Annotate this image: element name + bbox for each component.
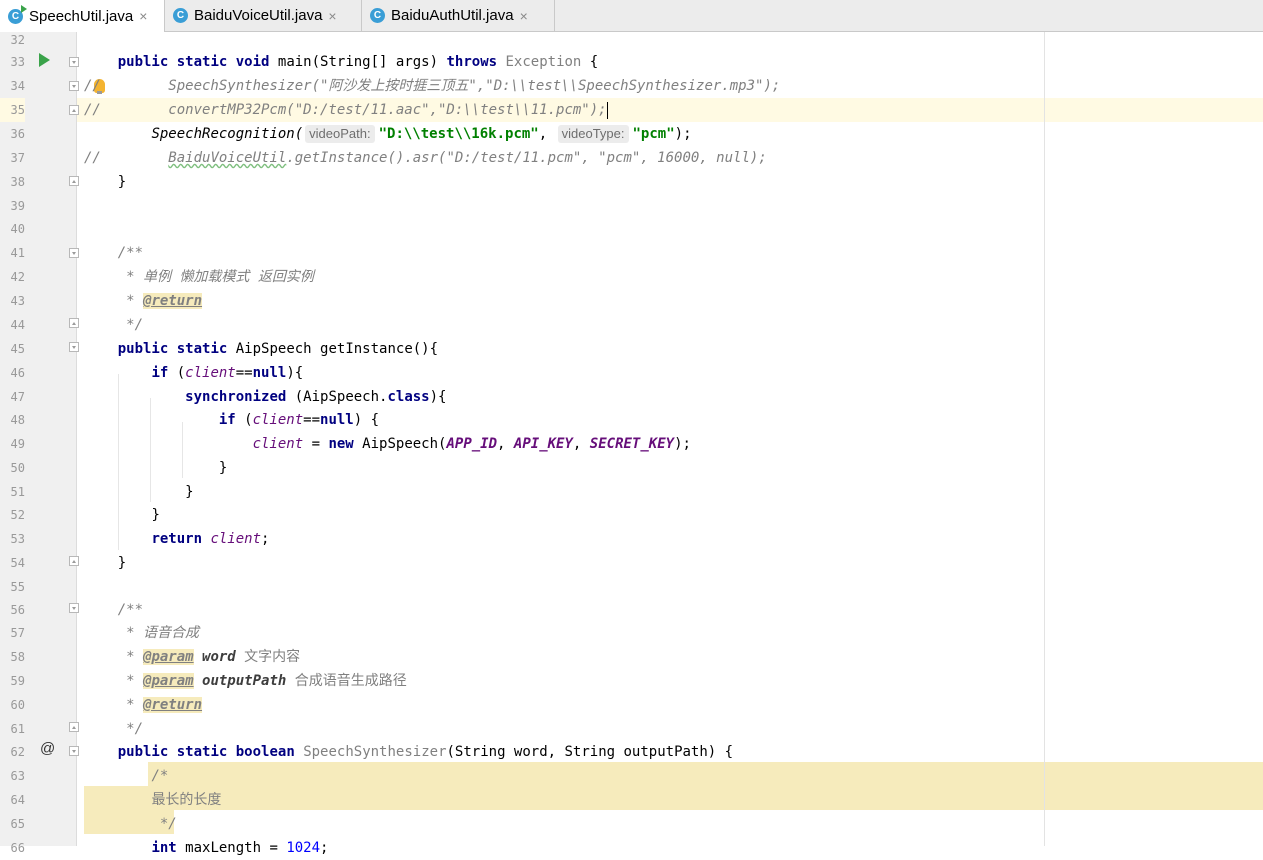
close-tab-icon[interactable]: ×: [520, 8, 528, 24]
code-line-41: /**: [117, 245, 144, 261]
line-number: 62: [10, 745, 25, 759]
fold-toggle-icon[interactable]: [69, 722, 79, 732]
code-line-42: * 单例 懒加载模式 返回实例: [117, 269, 314, 285]
line-number: 32: [10, 33, 25, 47]
override-marker-icon[interactable]: @: [40, 740, 55, 757]
fold-toggle-icon[interactable]: [69, 248, 79, 258]
line-number: 65: [10, 817, 25, 831]
line-number: 39: [10, 199, 25, 213]
code-line-57: * 语音合成: [117, 625, 200, 641]
code-line-35: // convertMP32Pcm("D:/test/11.aac","D:\\…: [84, 101, 608, 119]
close-tab-icon[interactable]: ×: [139, 8, 147, 24]
line-number: 38: [10, 175, 25, 189]
line-number: 63: [10, 769, 25, 783]
code-line-65: */: [151, 816, 177, 832]
line-number: 49: [10, 437, 25, 451]
param-hint: videoPath:: [305, 125, 375, 143]
line-number: 43: [10, 294, 25, 308]
code-line-60: * @return: [117, 697, 203, 713]
line-number: 64: [10, 793, 25, 807]
code-line-34: // SpeechSynthesizer("阿沙发上按时捱三顶五","D:\\t…: [84, 78, 781, 94]
code-line-38: }: [117, 174, 127, 190]
tab-label: BaiduVoiceUtil.java: [194, 7, 323, 24]
fold-toggle-icon[interactable]: [69, 746, 79, 756]
code-line-44: */: [117, 317, 144, 333]
line-number: 54: [10, 556, 25, 570]
code-line-59: * @param outputPath 合成语音生成路径: [117, 673, 407, 689]
tab-label: BaiduAuthUtil.java: [391, 7, 514, 24]
line-number: 40: [10, 222, 25, 236]
line-number: 57: [10, 626, 25, 640]
selection-highlight: [148, 762, 1263, 786]
code-line-45: public static AipSpeech getInstance(){: [117, 341, 439, 357]
fold-toggle-icon[interactable]: [69, 105, 79, 115]
code-line-52: }: [151, 507, 160, 523]
editor-tab-bar: C SpeechUtil.java × C BaiduVoiceUtil.jav…: [0, 0, 1263, 32]
code-line-47: synchronized (AipSpeech.class){: [185, 389, 447, 405]
line-number: 35: [0, 98, 25, 122]
tab-baiduauthutil[interactable]: C BaiduAuthUtil.java ×: [362, 0, 555, 31]
text-cursor: [606, 101, 608, 119]
line-number: 58: [10, 650, 25, 664]
line-number: 44: [10, 318, 25, 332]
tab-label: SpeechUtil.java: [29, 7, 134, 25]
code-line-33: public static void main(String[] args) t…: [117, 54, 599, 70]
code-line-36: SpeechRecognition(videoPath: "D:\\test\\1…: [151, 125, 692, 143]
code-line-56: /**: [117, 602, 144, 618]
line-number: 50: [10, 461, 25, 475]
code-line-58: * @param word 文字内容: [117, 649, 301, 665]
code-line-53: return client;: [151, 531, 270, 547]
code-line-54: }: [117, 555, 127, 571]
line-number: 59: [10, 674, 25, 688]
line-number: 46: [10, 366, 25, 380]
fold-toggle-icon[interactable]: [69, 57, 79, 67]
code-line-46: if (client==null){: [151, 365, 304, 381]
code-line-62: public static boolean SpeechSynthesizer(…: [117, 744, 734, 760]
code-line-61: */: [117, 721, 144, 737]
line-number: 55: [10, 580, 25, 594]
code-line-37: // BaiduVoiceUtil.getInstance().asr("D:/…: [84, 150, 767, 166]
line-number: 51: [10, 485, 25, 499]
fold-toggle-icon[interactable]: [69, 603, 79, 613]
line-number: 61: [10, 722, 25, 736]
param-hint: videoType:: [557, 125, 629, 143]
fold-toggle-icon[interactable]: [69, 318, 79, 328]
line-number: 33: [10, 55, 25, 69]
code-line-66: int maxLength = 1024;: [151, 840, 329, 856]
tab-baiduvoiceutil[interactable]: C BaiduVoiceUtil.java ×: [165, 0, 362, 31]
line-number: 66: [10, 841, 25, 855]
java-class-icon: C: [173, 8, 188, 23]
selection-highlight: [84, 786, 1263, 810]
close-tab-icon[interactable]: ×: [328, 8, 336, 24]
runnable-marker-icon: [21, 4, 27, 13]
code-line-49: client = new AipSpeech(APP_ID, API_KEY, …: [252, 436, 691, 452]
line-number: 36: [10, 127, 25, 141]
line-number: 48: [10, 413, 25, 427]
java-class-icon: C: [370, 8, 385, 23]
fold-toggle-icon[interactable]: [69, 176, 79, 186]
code-line-63: /*: [151, 768, 169, 784]
java-class-icon: C: [8, 4, 27, 24]
code-line-64: 最长的长度: [151, 792, 222, 808]
fold-toggle-icon[interactable]: [69, 556, 79, 566]
code-line-51: }: [185, 484, 194, 500]
line-number: 53: [10, 532, 25, 546]
right-margin-guide: [1044, 32, 1045, 846]
line-number: 41: [10, 246, 25, 260]
line-number: 52: [10, 508, 25, 522]
line-number: 60: [10, 698, 25, 712]
code-line-50: }: [218, 460, 228, 476]
fold-toggle-icon[interactable]: [69, 342, 79, 352]
code-line-43: * @return: [117, 293, 203, 309]
line-number: 34: [10, 79, 25, 93]
line-number: 42: [10, 270, 25, 284]
line-number: 37: [10, 151, 25, 165]
line-number: 56: [10, 603, 25, 617]
run-main-icon[interactable]: [39, 53, 50, 67]
code-line-48: if (client==null) {: [218, 412, 380, 428]
line-number: 47: [10, 390, 25, 404]
line-number: 45: [10, 342, 25, 356]
fold-toggle-icon[interactable]: [69, 81, 79, 91]
